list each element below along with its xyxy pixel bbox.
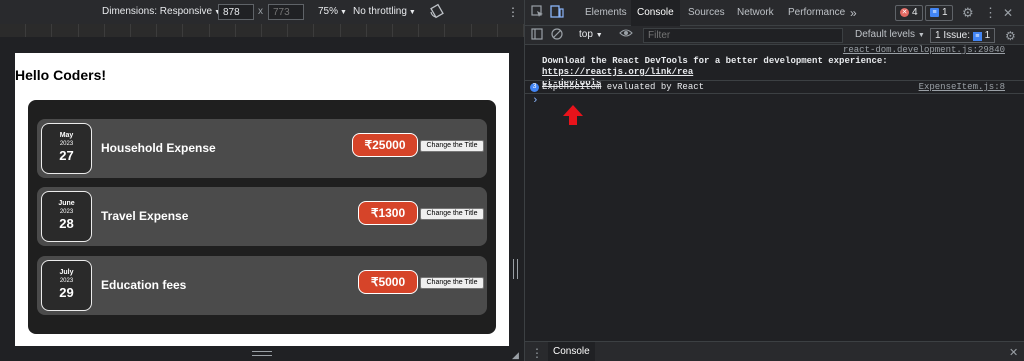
expenses-container: May 2023 27 Household Expense ₹25000 Cha… (28, 100, 496, 334)
rotate-icon[interactable] (430, 3, 444, 19)
sidebar-toggle-icon[interactable] (531, 28, 543, 44)
expense-date: May 2023 27 (41, 123, 92, 174)
more-options-icon[interactable]: ⋮ (531, 345, 543, 361)
expense-day: 28 (59, 216, 74, 231)
resize-handle-bottom[interactable] (252, 351, 272, 356)
messages-badge[interactable]: ≡ 1 (925, 5, 953, 21)
dimensions-dropdown[interactable]: Dimensions: Responsive▼ (102, 4, 221, 20)
console-prompt-icon[interactable]: › (532, 95, 539, 107)
expense-year: 2023 (59, 209, 74, 215)
throttling-dropdown[interactable]: No throttling ▼ (353, 4, 416, 20)
expense-month: May (59, 132, 74, 139)
settings-gear-icon[interactable]: ⚙ (962, 5, 974, 21)
messages-count: 1 (942, 7, 948, 18)
device-toggle-icon[interactable] (550, 5, 564, 22)
expense-item: July 2023 29 Education fees ₹5000 Change… (37, 256, 487, 315)
tab-elements[interactable]: Elements (585, 0, 627, 26)
resize-corner-icon[interactable]: ◢ (512, 350, 519, 361)
drawer-tab-console[interactable]: Console (548, 342, 595, 361)
expense-title: Education fees (101, 278, 187, 292)
console-toolbar: top ▼ Default levels ▼ 1 Issue: ≡ 1 ⚙ (525, 26, 1024, 45)
change-title-button[interactable]: Change the Title (420, 208, 484, 220)
source-link[interactable]: ExpenseItem.js:8 (919, 82, 1005, 92)
default-levels-dropdown[interactable]: Default levels ▼ (855, 29, 925, 40)
tab-console[interactable]: Console (631, 0, 680, 26)
message-icon: ≡ (930, 7, 939, 17)
zoom-value: 75% (318, 6, 339, 17)
error-icon: ✕ (900, 7, 909, 17)
expense-year: 2023 (59, 141, 74, 147)
console-separator (525, 80, 1024, 81)
expense-price: ₹25000 (352, 133, 418, 157)
media-query-ruler (0, 24, 525, 37)
times-sign: x (258, 6, 263, 17)
expense-day: 27 (59, 148, 74, 163)
context-selector[interactable]: top ▼ (579, 29, 603, 40)
live-expression-eye-icon[interactable] (619, 27, 633, 43)
expense-year: 2023 (59, 278, 74, 284)
width-input[interactable] (218, 4, 254, 20)
repeat-count-badge: 3 (530, 83, 539, 92)
chevron-down-icon: ▼ (408, 9, 416, 16)
chevron-down-icon: ▼ (917, 32, 925, 39)
throttling-value: No throttling (353, 6, 407, 17)
expense-item: June 2023 28 Travel Expense ₹1300 Change… (37, 187, 487, 246)
devtools-tabbar: Elements Console Sources Network Perform… (525, 0, 1024, 26)
chevron-down-icon: ▼ (595, 32, 603, 39)
source-link[interactable]: react-dom.development.js:29840 (843, 45, 1005, 55)
expense-price: ₹5000 (358, 270, 418, 294)
expense-item: May 2023 27 Household Expense ₹25000 Cha… (37, 119, 487, 178)
red-arrow-annotation-icon (563, 105, 583, 125)
expense-title: Travel Expense (101, 209, 189, 223)
zoom-dropdown[interactable]: 75% ▼ (318, 4, 347, 20)
expense-date: June 2023 28 (41, 191, 92, 242)
dimensions-label: Dimensions: Responsive (102, 6, 213, 17)
close-icon[interactable]: ✕ (1009, 345, 1018, 361)
issue-icon: ≡ (972, 32, 982, 41)
change-title-button[interactable]: Change the Title (420, 140, 484, 152)
issues-label: 1 Issue: (935, 30, 971, 41)
devtools-link[interactable]: https://reactjs.org/link/rea (542, 67, 693, 77)
inspect-element-icon[interactable] (531, 5, 544, 22)
console-settings-gear-icon[interactable]: ⚙ (1005, 28, 1016, 44)
change-title-button[interactable]: Change the Title (420, 277, 484, 289)
console-log-message: ExpenseItem evaluated by React (542, 82, 705, 92)
errors-badge[interactable]: ✕ 4 (895, 5, 923, 21)
resize-handle-right[interactable] (513, 259, 518, 279)
close-icon[interactable]: ✕ (1003, 5, 1013, 21)
issues-button[interactable]: 1 Issue: ≡ 1 (930, 28, 996, 43)
device-toolbar: Dimensions: Responsive▼ x 75%▼ No thrott… (0, 0, 524, 24)
expense-date: July 2023 29 (41, 260, 92, 311)
issues-count: 1 (984, 30, 991, 41)
expense-day: 29 (59, 285, 74, 300)
console-filter-input[interactable] (643, 28, 843, 43)
tab-network[interactable]: Network (737, 0, 774, 26)
console-separator (525, 93, 1024, 94)
more-options-icon[interactable]: ⋮ (984, 5, 997, 21)
page-viewport: Hello Coders! May 2023 27 Household Expe… (15, 53, 509, 346)
clear-console-icon[interactable] (551, 28, 563, 44)
height-input[interactable] (268, 4, 304, 20)
tab-sources[interactable]: Sources (688, 0, 725, 26)
screen: Dimensions: Responsive▼ x 75%▼ No thrott… (0, 0, 1024, 361)
expense-month: July (59, 269, 74, 276)
expense-month: June (58, 200, 75, 207)
more-tabs-icon[interactable]: » (850, 0, 857, 26)
more-options-icon[interactable]: ⋮ (507, 4, 519, 20)
tab-performance[interactable]: Performance (788, 0, 845, 26)
errors-count: 4 (912, 7, 918, 18)
expense-price: ₹1300 (358, 201, 418, 225)
default-levels-label: Default levels (855, 29, 916, 40)
console-output: react-dom.development.js:29840 Download … (525, 45, 1024, 341)
page-heading: Hello Coders! (15, 67, 107, 83)
expense-title: Household Expense (101, 141, 216, 155)
console-message-text: Download the React DevTools for a better… (542, 56, 888, 66)
chevron-down-icon: ▼ (340, 9, 347, 16)
drawer-tabbar: ⋮ Console ✕ (525, 341, 1024, 361)
device-emulation-pane: Dimensions: Responsive▼ x 75%▼ No thrott… (0, 0, 525, 361)
devtools-panel: Elements Console Sources Network Perform… (524, 0, 1024, 361)
context-value: top (579, 29, 593, 40)
